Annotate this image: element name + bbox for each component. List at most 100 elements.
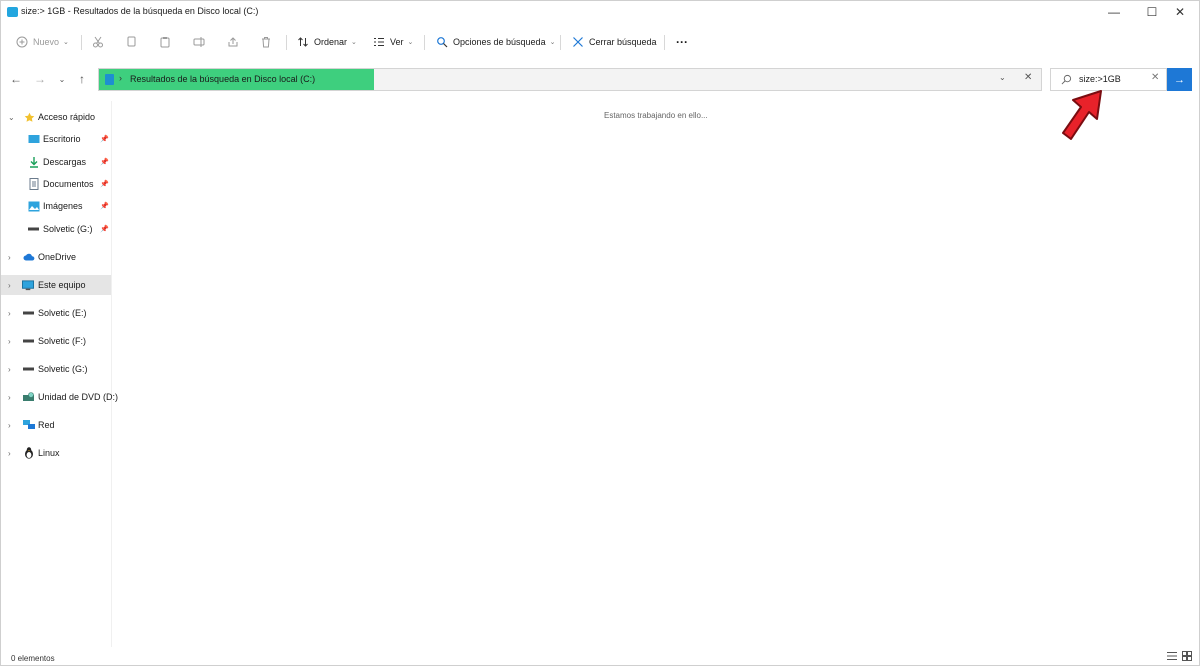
sidebar-item-solvetic-f[interactable]: › Solvetic (F:) [1, 331, 111, 351]
recent-locations-button[interactable]: ⌄ [52, 68, 72, 90]
details-view-icon [1167, 652, 1177, 660]
breadcrumb-chevron[interactable]: › [119, 73, 122, 83]
desktop-icon [28, 134, 40, 144]
search-options-label: Opciones de búsqueda [453, 37, 546, 47]
sidebar-item-downloads[interactable]: Descargas 📌 [1, 152, 111, 172]
chevron-down-icon: ⌄ [407, 39, 414, 46]
drive-icon [23, 336, 35, 346]
up-button[interactable]: ↑ [72, 68, 92, 90]
star-icon [23, 112, 35, 122]
rename-icon [192, 35, 206, 49]
sort-button[interactable]: Ordenar ⌄ [296, 27, 357, 57]
sidebar-item-network[interactable]: › Red [1, 415, 111, 435]
address-history-dropdown[interactable]: ⌄ [999, 73, 1006, 82]
arrow-left-icon: ← [10, 72, 22, 86]
view-label: Ver [390, 37, 404, 47]
close-icon: ✕ [1024, 72, 1033, 83]
breadcrumb-path[interactable]: Resultados de la búsqueda en Disco local… [130, 74, 315, 84]
toolbar-divider [664, 35, 665, 50]
pin-icon: 📌 [100, 159, 109, 166]
forward-button[interactable]: → [30, 68, 50, 90]
cut-button[interactable] [91, 27, 105, 57]
sidebar-item-onedrive[interactable]: › OneDrive [1, 247, 111, 267]
more-options-button[interactable]: ··· [676, 27, 688, 57]
share-icon [226, 35, 240, 49]
chevron-down-icon: ⌄ [58, 74, 66, 84]
search-box[interactable]: size:>1GB ✕ [1050, 68, 1167, 91]
sidebar-item-solvetic-g[interactable]: › Solvetic (G:) [1, 359, 111, 379]
sidebar-item-documents[interactable]: Documentos 📌 [1, 174, 111, 194]
sidebar-item-label: OneDrive [38, 252, 77, 262]
sidebar-item-solvetic-e[interactable]: › Solvetic (E:) [1, 303, 111, 323]
scissors-icon [91, 35, 105, 49]
search-input[interactable]: size:>1GB [1079, 74, 1121, 84]
sidebar-item-label: Solvetic (F:) [38, 336, 87, 346]
search-go-button[interactable]: → [1167, 68, 1192, 91]
pin-icon: 📌 [100, 226, 109, 233]
delete-button[interactable] [259, 27, 273, 57]
sidebar-item-label: Linux [38, 448, 60, 458]
paste-button[interactable] [158, 27, 172, 57]
new-button[interactable]: Nuevo ⌄ [15, 27, 69, 57]
sidebar-item-quick-access[interactable]: ⌄ Acceso rápido [1, 107, 111, 127]
toolbar-divider [286, 35, 287, 50]
sidebar-item-linux[interactable]: › Linux [1, 443, 111, 463]
sidebar-item-label: Acceso rápido [38, 112, 96, 122]
sidebar-item-dvd-drive[interactable]: › Unidad de DVD (D:) [1, 387, 118, 407]
search-options-button[interactable]: Opciones de búsqueda ⌄ [435, 27, 555, 57]
sidebar-item-label: Solvetic (G:) [43, 224, 93, 234]
sidebar-item-desktop[interactable]: Escritorio 📌 [1, 129, 111, 149]
pin-icon: 📌 [100, 203, 109, 210]
network-icon [23, 420, 35, 430]
close-button[interactable]: ✕ [1161, 1, 1199, 23]
copy-button[interactable] [124, 27, 138, 57]
toolbar-divider [560, 35, 561, 50]
share-button[interactable] [226, 27, 240, 57]
address-bar[interactable]: › Resultados de la búsqueda en Disco loc… [98, 68, 1042, 91]
trash-icon [259, 35, 273, 49]
copy-icon [124, 35, 138, 49]
sidebar-item-label: Imágenes [43, 201, 83, 211]
drive-icon [23, 364, 35, 374]
large-icons-view-button[interactable] [1182, 651, 1192, 661]
sidebar-item-this-pc[interactable]: › Este equipo [1, 275, 111, 295]
chevron-right-icon[interactable]: › [8, 449, 11, 458]
chevron-down-icon: ⌄ [351, 39, 357, 46]
folder-icon [7, 7, 18, 17]
chevron-right-icon[interactable]: › [8, 421, 11, 430]
chevron-right-icon[interactable]: › [8, 309, 11, 318]
chevron-right-icon[interactable]: › [8, 337, 11, 346]
search-results-icon [105, 74, 114, 85]
penguin-icon [23, 447, 35, 459]
item-count: 0 elementos [11, 654, 55, 663]
close-search-button[interactable]: Cerrar búsqueda [571, 27, 657, 57]
sidebar-item-label: Unidad de DVD (D:) [38, 392, 119, 402]
plus-circle-icon [15, 35, 29, 49]
chevron-down-icon: ⌄ [63, 39, 69, 46]
back-button[interactable]: ← [6, 68, 26, 90]
chevron-right-icon[interactable]: › [8, 281, 11, 290]
details-view-button[interactable] [1167, 651, 1177, 661]
tiles-view-icon [1182, 651, 1192, 661]
sidebar-item-solvetic-g-pinned[interactable]: Solvetic (G:) 📌 [1, 219, 111, 239]
chevron-down-icon: ⌄ [999, 73, 1006, 82]
sidebar-item-label: Documentos [43, 179, 94, 189]
minimize-button[interactable]: — [1095, 1, 1133, 23]
window-title: size:> 1GB - Resultados de la búsqueda e… [21, 6, 259, 16]
view-button[interactable]: Ver ⌄ [372, 27, 413, 57]
rename-button[interactable] [192, 27, 206, 57]
chevron-right-icon[interactable]: › [8, 365, 11, 374]
chevron-right-icon[interactable]: › [8, 253, 11, 262]
expanded-chevron-icon[interactable]: ⌄ [8, 113, 15, 122]
search-clear-button[interactable]: ✕ [1151, 72, 1159, 83]
search-icon [1061, 74, 1073, 86]
sidebar-item-pictures[interactable]: Imágenes 📌 [1, 196, 111, 216]
address-close-button[interactable]: ✕ [1024, 72, 1032, 83]
search-progress-message: Estamos trabajando en ello... [604, 111, 708, 120]
image-icon [28, 201, 40, 211]
title-bar: size:> 1GB - Resultados de la búsqueda e… [1, 1, 1199, 23]
close-icon [571, 35, 585, 49]
sidebar-item-label: Solvetic (G:) [38, 364, 88, 374]
chevron-right-icon[interactable]: › [8, 393, 11, 402]
drive-icon [23, 308, 35, 318]
